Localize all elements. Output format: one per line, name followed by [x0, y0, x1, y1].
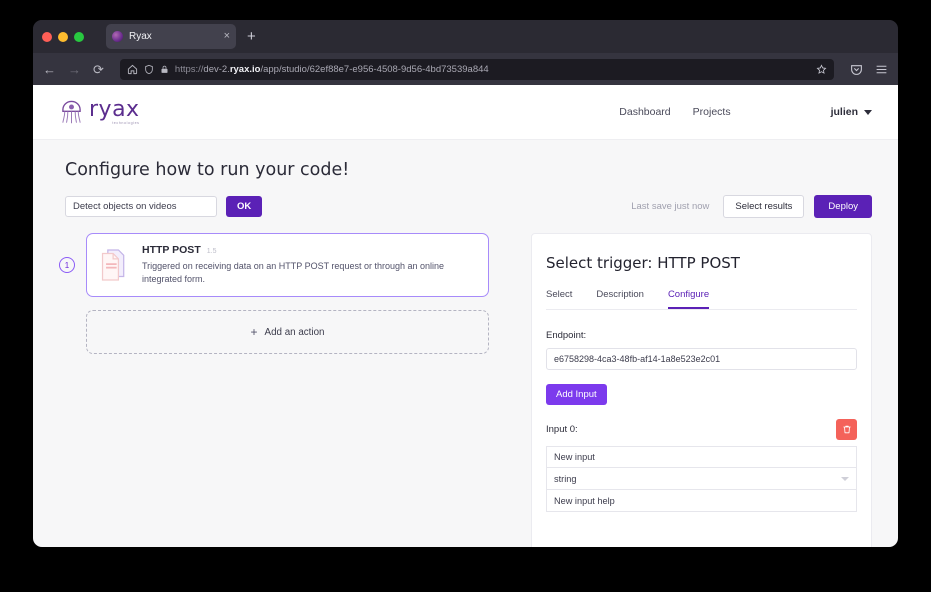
url-text: https://dev-2.ryax.io/app/studio/62ef88e…	[175, 64, 810, 75]
delete-input-button[interactable]	[836, 419, 857, 440]
document-stack-icon	[99, 248, 129, 282]
ok-button[interactable]: OK	[226, 196, 262, 217]
home-icon[interactable]	[127, 64, 138, 75]
page-title: Configure how to run your code!	[65, 160, 872, 180]
ryax-favicon-icon	[112, 31, 123, 42]
url-host-prefix: dev-2.	[203, 64, 229, 75]
browser-nav-toolbar: ← → ⟳ https://dev-2.ryax.io/app/studio/6…	[33, 53, 898, 85]
input-type-select[interactable]: string	[546, 468, 857, 490]
endpoint-input[interactable]	[546, 348, 857, 370]
trash-icon	[842, 424, 852, 435]
window-controls[interactable]	[42, 32, 84, 42]
workflow-step: 1 HTTP POST	[59, 233, 489, 297]
bookmark-star-icon[interactable]	[816, 64, 827, 75]
panel-tabs: Select Description Configure	[546, 289, 857, 310]
main-area: Configure how to run your code! OK Last …	[33, 140, 898, 547]
logo-subtitle: technologies	[89, 122, 140, 126]
nav-projects[interactable]: Projects	[693, 106, 731, 118]
forward-button[interactable]: →	[68, 63, 81, 76]
endpoint-label: Endpoint:	[546, 330, 857, 341]
browser-tab-strip: Ryax × +	[33, 20, 898, 53]
columns: 1 HTTP POST	[59, 233, 872, 547]
add-action-label: Add an action	[265, 327, 325, 338]
logo-wordmark: ryax technologies	[89, 99, 140, 126]
chevron-down-icon	[841, 477, 849, 481]
tab-configure[interactable]: Configure	[668, 289, 709, 309]
detail-panel: Select trigger: HTTP POST Select Descrip…	[531, 233, 872, 547]
trigger-description: Triggered on receiving data on an HTTP P…	[142, 260, 476, 286]
step-number-badge: 1	[59, 257, 75, 273]
url-scheme: https://	[175, 64, 204, 75]
url-host: ryax.io	[230, 64, 261, 75]
ryax-logo[interactable]: ryax technologies	[59, 99, 140, 126]
new-tab-button[interactable]: +	[247, 29, 256, 44]
user-menu[interactable]: julien	[831, 106, 872, 118]
browser-tab[interactable]: Ryax ×	[106, 24, 236, 49]
hamburger-menu-icon[interactable]	[875, 63, 888, 76]
add-input-button[interactable]: Add Input	[546, 384, 607, 405]
input-block: Input 0: New input string	[546, 419, 857, 512]
url-path: /app/studio/62ef88e7-e956-4508-9d56-4bd7…	[260, 64, 488, 75]
back-button[interactable]: ←	[43, 63, 56, 76]
deploy-button[interactable]: Deploy	[814, 195, 872, 218]
url-bar[interactable]: https://dev-2.ryax.io/app/studio/62ef88e…	[120, 59, 834, 80]
tab-description[interactable]: Description	[596, 289, 644, 309]
trigger-version: 1.5	[207, 248, 217, 255]
pocket-icon[interactable]	[850, 63, 863, 76]
last-save-status: Last save just now	[631, 201, 709, 212]
trigger-title: HTTP POST	[142, 244, 201, 256]
close-icon[interactable]: ×	[224, 31, 230, 42]
select-results-button[interactable]: Select results	[723, 195, 804, 218]
trigger-card[interactable]: HTTP POST 1.5 Triggered on receiving dat…	[86, 233, 489, 297]
tab-select[interactable]: Select	[546, 289, 572, 309]
browser-tab-title: Ryax	[129, 31, 218, 42]
reload-button[interactable]: ⟳	[93, 63, 104, 76]
window-maximize-button[interactable]	[74, 32, 84, 42]
input-type-value: string	[554, 474, 576, 484]
detail-panel-column: Select trigger: HTTP POST Select Descrip…	[531, 233, 872, 547]
input-help-field[interactable]: New input help	[546, 490, 857, 512]
add-action-button[interactable]: + Add an action	[86, 310, 489, 354]
workflow-canvas: 1 HTTP POST	[59, 233, 489, 547]
shield-icon[interactable]	[144, 64, 154, 75]
toolbar-row: OK Last save just now Select results Dep…	[65, 195, 872, 218]
app-header: ryax technologies Dashboard Projects jul…	[33, 85, 898, 140]
input-name-field[interactable]: New input	[546, 446, 857, 468]
page-content: ryax technologies Dashboard Projects jul…	[33, 85, 898, 547]
browser-window: Ryax × + ← → ⟳ https://dev-2.ryax.io/app…	[33, 20, 898, 547]
user-name: julien	[831, 106, 858, 118]
input-index-label: Input 0:	[546, 424, 578, 435]
header-nav: Dashboard Projects julien	[619, 106, 872, 118]
window-close-button[interactable]	[42, 32, 52, 42]
panel-title: Select trigger: HTTP POST	[546, 254, 857, 272]
workflow-name-input[interactable]	[65, 196, 217, 217]
trigger-text: HTTP POST 1.5 Triggered on receiving dat…	[142, 244, 476, 286]
window-minimize-button[interactable]	[58, 32, 68, 42]
jellyfish-logo-icon	[59, 99, 84, 126]
toolbar-actions: Last save just now Select results Deploy	[631, 195, 872, 218]
lock-icon[interactable]	[160, 64, 169, 75]
trigger-title-row: HTTP POST 1.5	[142, 244, 476, 256]
plus-icon: +	[251, 326, 258, 338]
chevron-down-icon	[864, 110, 872, 115]
logo-text: ryax	[89, 99, 140, 121]
nav-dashboard[interactable]: Dashboard	[619, 106, 670, 118]
input-header: Input 0:	[546, 419, 857, 440]
